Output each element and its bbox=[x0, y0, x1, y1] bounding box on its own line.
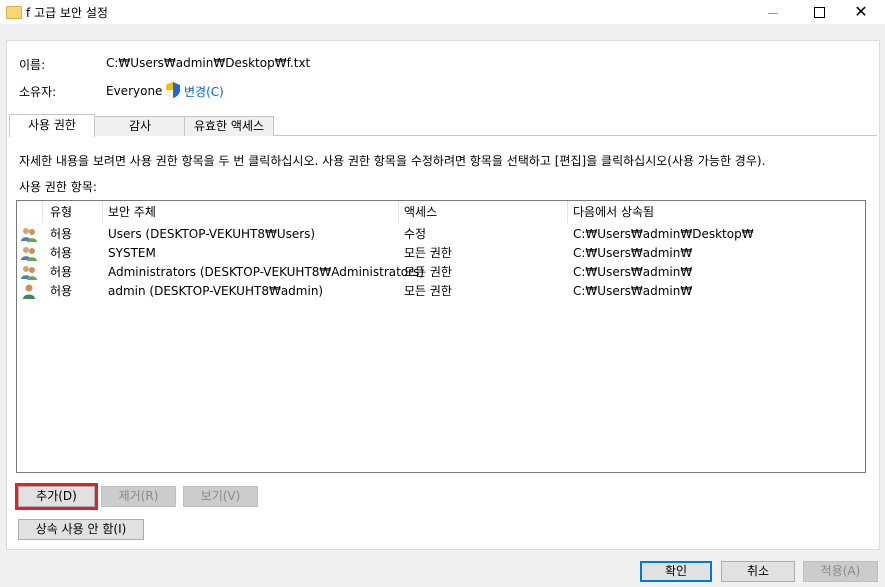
row-access: 수정 bbox=[404, 227, 427, 241]
view-button[interactable]: 보기(V) bbox=[183, 486, 258, 507]
instructions-text: 자세한 내용을 보려면 사용 권한 항목을 두 번 클릭하십시오. 사용 권한 … bbox=[19, 154, 766, 168]
table-row[interactable]: 허용 SYSTEM 모든 권한 C:₩Users₩admin₩ bbox=[17, 244, 865, 263]
table-row[interactable]: 허용 Users (DESKTOP-VEKUHT8₩Users) 수정 C:₩U… bbox=[17, 225, 865, 244]
tab-auditing[interactable]: 감사 bbox=[94, 116, 186, 136]
column-header-type[interactable]: 유형 bbox=[50, 201, 72, 223]
uac-shield-icon bbox=[166, 82, 180, 98]
name-label: 이름: bbox=[19, 58, 46, 72]
disable-inheritance-button[interactable]: 상속 사용 안 함(I) bbox=[18, 519, 144, 540]
tab-permissions[interactable]: 사용 권한 bbox=[9, 114, 95, 137]
folder-icon bbox=[6, 6, 22, 19]
column-separator bbox=[398, 201, 399, 223]
column-header-inherited-from[interactable]: 다음에서 상속됨 bbox=[573, 201, 654, 223]
close-button[interactable]: ✕ bbox=[838, 0, 884, 24]
table-row[interactable]: 허용 Administrators (DESKTOP-VEKUHT8₩Admin… bbox=[17, 263, 865, 282]
row-access: 모든 권한 bbox=[404, 284, 452, 298]
row-access: 모든 권한 bbox=[404, 246, 452, 260]
name-value: C:₩Users₩admin₩Desktop₩f.txt bbox=[106, 56, 311, 70]
row-principal: SYSTEM bbox=[108, 246, 156, 260]
title-bar: f 고급 보안 설정 ✕ bbox=[0, 0, 885, 24]
tab-effective-access[interactable]: 유효한 액세스 bbox=[184, 116, 274, 136]
row-inherited-from: C:₩Users₩admin₩ bbox=[573, 284, 693, 298]
permission-entries-list[interactable]: 유형 보안 주체 액세스 다음에서 상속됨 허용 Users (DESKTOP-… bbox=[16, 200, 866, 473]
minimize-button[interactable] bbox=[750, 0, 796, 24]
entries-label: 사용 권한 항목: bbox=[19, 180, 97, 194]
column-separator bbox=[102, 201, 103, 223]
owner-value: Everyone bbox=[106, 84, 163, 98]
row-inherited-from: C:₩Users₩admin₩ bbox=[573, 265, 693, 279]
row-principal: Users (DESKTOP-VEKUHT8₩Users) bbox=[108, 227, 316, 241]
column-separator bbox=[42, 201, 43, 223]
single-user-icon bbox=[23, 284, 35, 299]
ok-button[interactable]: 확인 bbox=[640, 561, 712, 582]
row-principal: Administrators (DESKTOP-VEKUHT8₩Administ… bbox=[108, 265, 425, 279]
column-header-access[interactable]: 액세스 bbox=[404, 201, 437, 223]
row-access: 모든 권한 bbox=[404, 265, 452, 279]
row-inherited-from: C:₩Users₩admin₩Desktop₩ bbox=[573, 227, 754, 241]
owner-label: 소유자: bbox=[19, 85, 57, 99]
group-users-icon bbox=[21, 247, 37, 261]
change-owner-link[interactable]: 변경(C) bbox=[184, 83, 224, 100]
cancel-button[interactable]: 취소 bbox=[721, 561, 795, 582]
apply-button[interactable]: 적용(A) bbox=[803, 561, 878, 582]
row-type: 허용 bbox=[50, 246, 73, 260]
window-title: f 고급 보안 설정 bbox=[26, 6, 108, 20]
table-row[interactable]: 허용 admin (DESKTOP-VEKUHT8₩admin) 모든 권한 C… bbox=[17, 282, 865, 301]
close-icon: ✕ bbox=[854, 2, 868, 21]
maximize-button[interactable] bbox=[796, 0, 842, 24]
group-users-icon bbox=[21, 228, 37, 242]
row-principal: admin (DESKTOP-VEKUHT8₩admin) bbox=[108, 284, 324, 298]
add-button[interactable]: 추가(D) bbox=[15, 483, 98, 510]
group-users-icon bbox=[21, 266, 37, 280]
remove-button[interactable]: 제거(R) bbox=[101, 486, 176, 507]
row-type: 허용 bbox=[50, 284, 73, 298]
row-inherited-from: C:₩Users₩admin₩ bbox=[573, 246, 693, 260]
row-type: 허용 bbox=[50, 265, 73, 279]
row-type: 허용 bbox=[50, 227, 73, 241]
column-header-principal[interactable]: 보안 주체 bbox=[108, 201, 156, 223]
column-separator bbox=[567, 201, 568, 223]
maximize-icon bbox=[813, 6, 825, 18]
minimize-icon bbox=[768, 12, 778, 14]
